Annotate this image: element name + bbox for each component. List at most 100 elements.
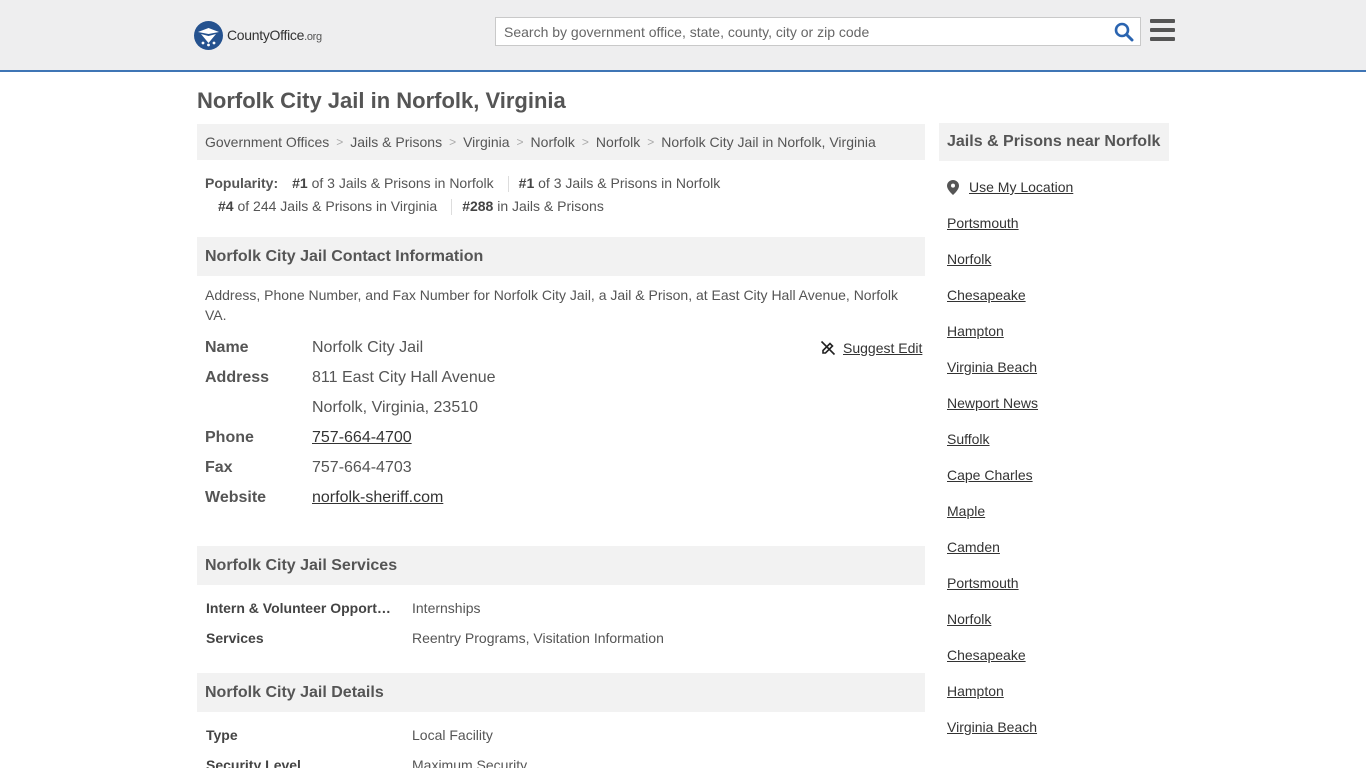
popularity-rank: #1 of 3 Jails & Prisons in Norfolk <box>292 175 494 191</box>
site-header: CountyOffice.org <box>0 0 1366 72</box>
sidebar-link-norfolk-2[interactable]: Norfolk <box>947 611 991 627</box>
location-pin-icon <box>947 179 959 195</box>
sidebar-item: Cape Charles <box>947 463 1167 487</box>
website-link[interactable]: norfolk-sheriff.com <box>312 489 443 506</box>
search-icon <box>1114 22 1134 42</box>
breadcrumb-separator-icon: > <box>449 135 457 149</box>
popularity-label: Popularity: <box>205 175 279 191</box>
details-section-heading: Norfolk City Jail Details <box>197 673 925 712</box>
breadcrumb-separator-icon: > <box>581 135 589 149</box>
divider <box>451 198 453 215</box>
sidebar-link-hampton-2[interactable]: Hampton <box>947 683 1004 699</box>
address-line2: Norfolk, Virginia, 23510 <box>312 399 479 416</box>
sidebar-item: Camden <box>947 535 1167 559</box>
services-row: Intern & Volunteer Opportunities Interns… <box>206 593 926 623</box>
sidebar-heading: Jails & Prisons near Norfolk <box>939 123 1169 161</box>
sidebar-link-virginia-beach-2[interactable]: Virginia Beach <box>947 719 1037 735</box>
address-label: Address <box>205 369 270 386</box>
address-line1: 811 East City Hall Avenue <box>312 369 496 386</box>
sidebar-link-chesapeake-2[interactable]: Chesapeake <box>947 647 1026 663</box>
logo-emblem-icon <box>194 20 223 50</box>
details-key: Security Level <box>206 757 301 768</box>
sidebar-item: Virginia Beach <box>947 355 1167 379</box>
menu-bar-icon <box>1150 37 1175 41</box>
contact-info: Name Norfolk City Jail Address 811 East … <box>205 333 925 513</box>
website-label: Website <box>205 489 267 506</box>
sidebar-link-camden[interactable]: Camden <box>947 539 1000 555</box>
contact-row-address: Address 811 East City Hall Avenue <box>205 363 925 393</box>
hamburger-menu-button[interactable] <box>1150 19 1175 42</box>
name-label: Name <box>205 339 249 356</box>
name-value: Norfolk City Jail <box>312 339 424 356</box>
sidebar-link-virginia-beach[interactable]: Virginia Beach <box>947 359 1037 375</box>
search-input[interactable] <box>496 18 1096 45</box>
logo-text: CountyOffice.org <box>227 27 322 43</box>
breadcrumb: Government Offices > Jails & Prisons > V… <box>197 124 925 160</box>
sidebar-link-portsmouth[interactable]: Portsmouth <box>947 215 1019 231</box>
sidebar-link-norfolk[interactable]: Norfolk <box>947 251 991 267</box>
sidebar-item: Suffolk <box>947 427 1167 451</box>
contact-row-name: Name Norfolk City Jail <box>205 333 925 363</box>
details-key: Type <box>206 727 238 743</box>
details-row: Type Local Facility <box>206 720 926 750</box>
services-list: Intern & Volunteer Opportunities Interns… <box>206 593 926 653</box>
services-section-heading: Norfolk City Jail Services <box>197 546 925 585</box>
breadcrumb-item-jails-prisons[interactable]: Jails & Prisons <box>350 134 442 150</box>
sidebar-item: Chesapeake <box>947 643 1167 667</box>
sidebar-item: Portsmouth <box>947 571 1167 595</box>
contact-section-heading: Norfolk City Jail Contact Information <box>197 237 925 276</box>
sidebar-link-suffolk[interactable]: Suffolk <box>947 431 990 447</box>
search-button[interactable] <box>1114 22 1134 42</box>
services-value: Internships <box>412 600 481 616</box>
sidebar-item: Portsmouth <box>947 211 1167 235</box>
phone-label: Phone <box>205 429 254 446</box>
search-box <box>495 17 1141 46</box>
popularity-rank: #288 in Jails & Prisons <box>462 198 604 214</box>
sidebar-link-maple[interactable]: Maple <box>947 503 985 519</box>
services-row: Services Reentry Programs, Visitation In… <box>206 623 926 653</box>
sidebar-item: Chesapeake <box>947 283 1167 307</box>
breadcrumb-current: Norfolk City Jail in Norfolk, Virginia <box>661 134 876 150</box>
breadcrumb-item-norfolk-city[interactable]: Norfolk <box>596 134 640 150</box>
details-row: Security Level Maximum Security <box>206 750 926 768</box>
popularity-rank: #4 of 244 Jails & Prisons in Virginia <box>218 198 438 214</box>
contact-row-address-2: Norfolk, Virginia, 23510 <box>205 393 925 423</box>
details-value: Maximum Security <box>412 757 528 768</box>
contact-row-fax: Fax 757-664-4703 <box>205 453 925 483</box>
breadcrumb-item-virginia[interactable]: Virginia <box>463 134 509 150</box>
sidebar-link-chesapeake[interactable]: Chesapeake <box>947 287 1026 303</box>
sidebar-link-cape-charles[interactable]: Cape Charles <box>947 467 1033 483</box>
services-key: Services <box>206 630 264 646</box>
popularity-rankings: Popularity: #1 of 3 Jails & Prisons in N… <box>205 172 925 218</box>
contact-row-website: Website norfolk-sheriff.com <box>205 483 925 513</box>
sidebar-nearby-list: Use My Location Portsmouth Norfolk Chesa… <box>947 175 1167 751</box>
sidebar-item: Hampton <box>947 319 1167 343</box>
phone-link[interactable]: 757-664-4700 <box>312 429 412 446</box>
sidebar-item: Maple <box>947 499 1167 523</box>
contact-row-phone: Phone 757-664-4700 <box>205 423 925 453</box>
contact-description: Address, Phone Number, and Fax Number fo… <box>205 287 899 323</box>
use-my-location[interactable]: Use My Location <box>947 175 1167 199</box>
fax-value: 757-664-4703 <box>312 459 412 476</box>
page-title: Norfolk City Jail in Norfolk, Virginia <box>197 88 566 113</box>
sidebar-item: Norfolk <box>947 607 1167 631</box>
services-value: Reentry Programs, Visitation Information <box>412 630 664 646</box>
menu-bar-icon <box>1150 28 1175 32</box>
breadcrumb-separator-icon: > <box>336 135 344 149</box>
sidebar-item: Norfolk <box>947 247 1167 271</box>
popularity-rank: #1 of 3 Jails & Prisons in Norfolk <box>518 175 721 191</box>
sidebar-link-newport-news[interactable]: Newport News <box>947 395 1038 411</box>
sidebar-link-portsmouth-2[interactable]: Portsmouth <box>947 575 1019 591</box>
use-my-location-link[interactable]: Use My Location <box>969 179 1073 195</box>
site-logo[interactable]: CountyOffice.org <box>194 20 322 50</box>
breadcrumb-item-norfolk-county[interactable]: Norfolk <box>531 134 575 150</box>
fax-label: Fax <box>205 459 233 476</box>
breadcrumb-item-government-offices[interactable]: Government Offices <box>205 134 329 150</box>
services-key: Intern & Volunteer Opportunities <box>206 600 412 616</box>
details-value: Local Facility <box>412 727 493 743</box>
sidebar-item: Newport News <box>947 391 1167 415</box>
details-list: Type Local Facility Security Level Maxim… <box>206 720 926 768</box>
menu-bar-icon <box>1150 19 1175 23</box>
divider <box>507 175 509 192</box>
sidebar-link-hampton[interactable]: Hampton <box>947 323 1004 339</box>
